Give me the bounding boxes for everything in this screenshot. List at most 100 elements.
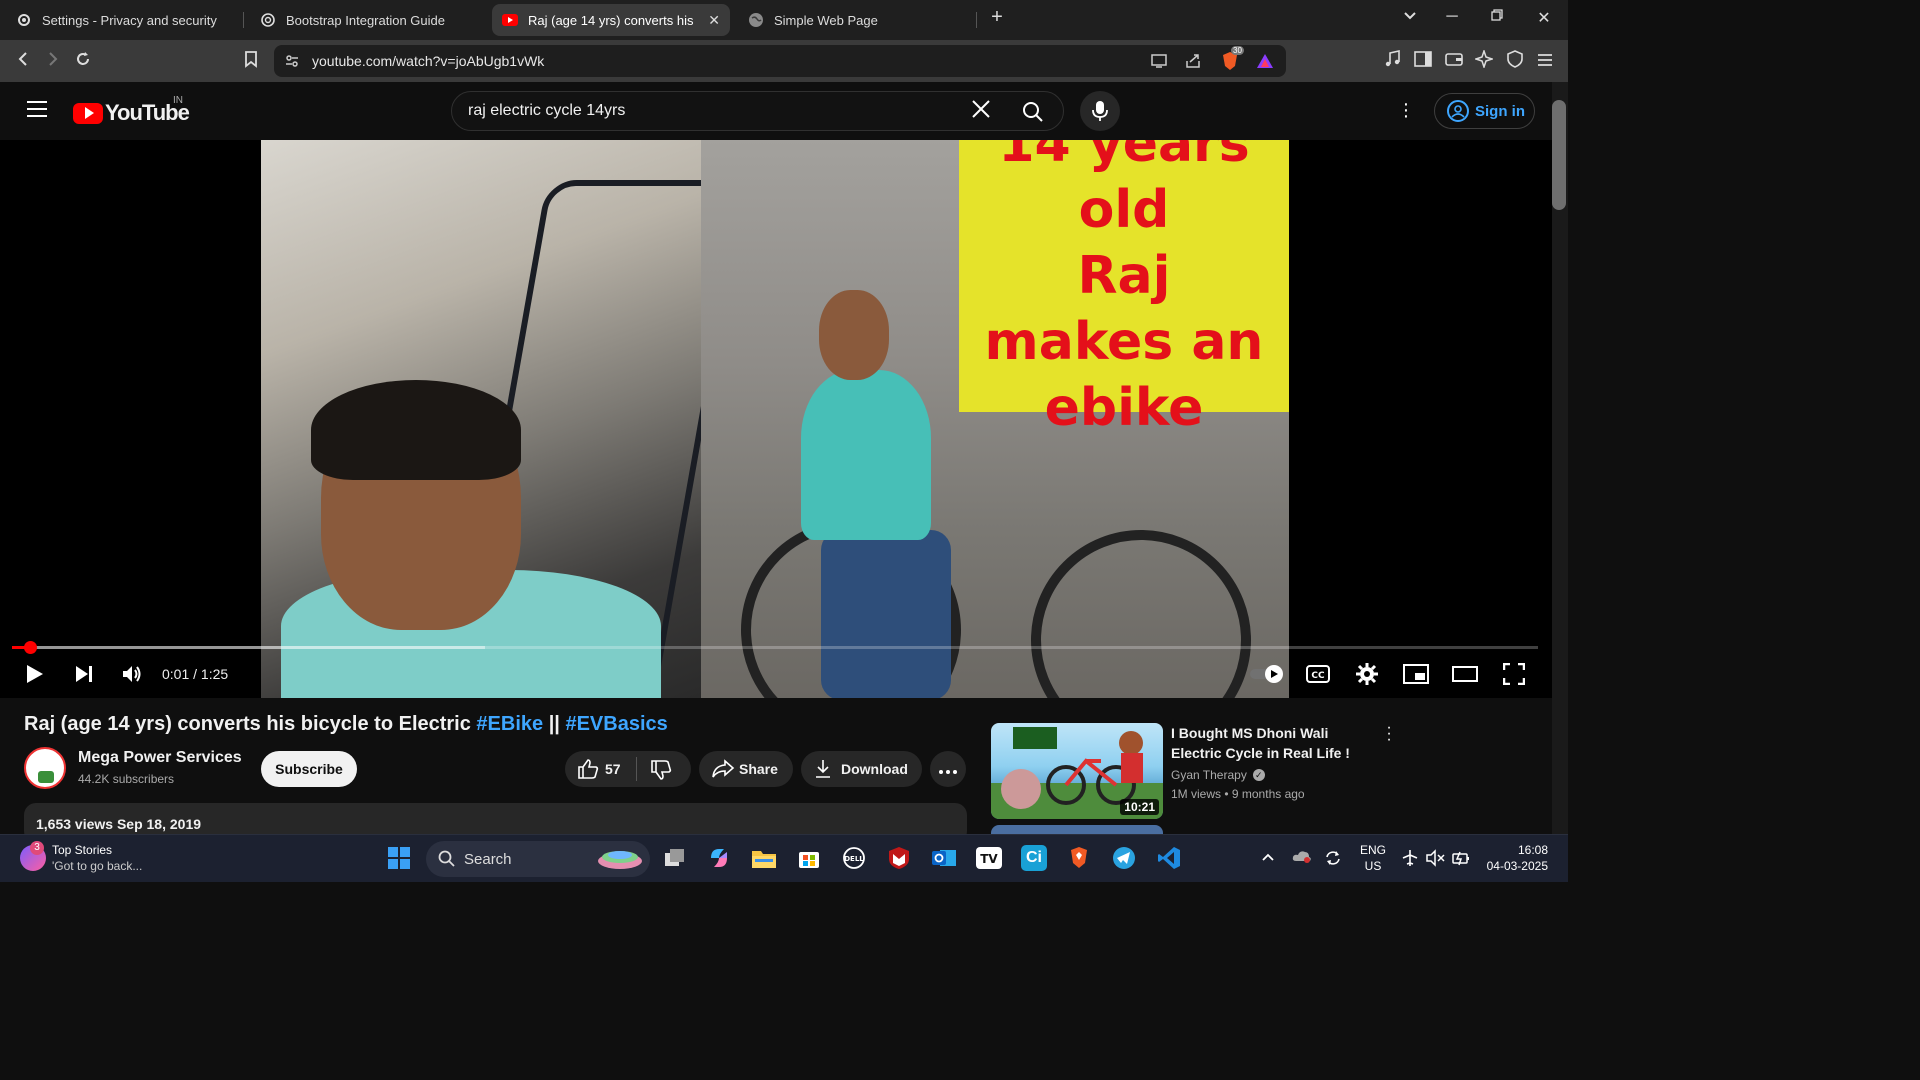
tab-youtube-video[interactable]: Raj (age 14 yrs) converts his bic ✕	[492, 4, 730, 36]
settings-gear-icon[interactable]	[1354, 661, 1380, 687]
onedrive-icon[interactable]	[1292, 849, 1312, 866]
boy-hair-image	[311, 380, 521, 480]
share-icon	[711, 759, 735, 782]
fullscreen-icon[interactable]	[1501, 661, 1527, 687]
brave-browser-icon[interactable]	[1066, 845, 1092, 871]
svg-text:CC: CC	[1311, 671, 1325, 681]
widgets-icon: 3	[20, 841, 46, 871]
recommended-video-title[interactable]: I Bought MS Dhoni Wali Electric Cycle in…	[1171, 723, 1371, 763]
more-options-icon[interactable]: · · ·	[1396, 94, 1416, 126]
site-info-icon[interactable]	[284, 53, 302, 69]
play-icon[interactable]	[24, 661, 46, 687]
minimize-icon[interactable]: ─	[1440, 8, 1464, 26]
rider-face-image	[819, 290, 889, 380]
hamburger-menu-icon[interactable]	[27, 101, 47, 117]
more-actions-button[interactable]	[930, 751, 966, 787]
vpn-shield-icon[interactable]	[1504, 50, 1526, 72]
tab-simple-web-page[interactable]: Simple Web Page	[738, 4, 970, 36]
recommended-channel[interactable]: Gyan Therapy ✓	[1171, 768, 1265, 782]
restore-icon[interactable]	[1485, 8, 1509, 26]
sign-in-button[interactable]: Sign in	[1434, 93, 1535, 129]
leo-ai-icon[interactable]	[1473, 48, 1495, 72]
wallet-icon[interactable]	[1443, 50, 1465, 72]
theater-mode-icon[interactable]	[1452, 661, 1478, 687]
openai-icon	[260, 12, 276, 28]
channel-name[interactable]: Mega Power Services	[78, 749, 242, 767]
clear-search-icon[interactable]	[970, 98, 992, 127]
telegram-icon[interactable]	[1111, 845, 1137, 871]
tab-settings[interactable]: Settings - Privacy and security	[6, 4, 238, 36]
close-tab-icon[interactable]: ✕	[708, 12, 720, 29]
vscode-icon[interactable]	[1156, 845, 1182, 871]
mcafee-icon[interactable]	[886, 845, 912, 871]
microsoft-store-icon[interactable]	[796, 845, 822, 871]
youtube-header: YouTube IN raj electric cycle 14yrs · · · …	[0, 82, 1552, 140]
cast-icon[interactable]	[1150, 53, 1168, 69]
hashtag-link[interactable]: #EBike	[476, 713, 543, 735]
next-video-icon[interactable]	[73, 661, 95, 687]
share-button[interactable]: Share	[699, 751, 793, 787]
recommended-more-icon[interactable]: · · ·	[1383, 720, 1395, 748]
voice-search-button[interactable]	[1080, 91, 1120, 131]
dislike-icon[interactable]	[650, 759, 672, 784]
video-player[interactable]: 14 years old Raj makes an ebike 0:01 / 1…	[0, 140, 1552, 698]
new-tab-icon[interactable]: +	[985, 6, 1009, 29]
url-text: youtube.com/watch?v=joAbUgb1vWk	[312, 53, 545, 69]
start-button-icon[interactable]	[386, 845, 412, 871]
brave-rewards-icon[interactable]	[1256, 53, 1274, 69]
video-title: Raj (age 14 yrs) converts his bicycle to…	[24, 713, 668, 736]
tab-divider	[243, 12, 244, 28]
taskbar-search[interactable]: Search	[426, 841, 650, 877]
scrubber-handle[interactable]	[24, 641, 38, 654]
recommended-video-thumbnail[interactable]: 10:21	[991, 723, 1163, 819]
sync-icon[interactable]	[1324, 849, 1342, 870]
file-explorer-icon[interactable]	[751, 845, 777, 871]
airplane-mode-icon[interactable]	[1401, 849, 1419, 870]
autoplay-toggle[interactable]	[1248, 661, 1286, 687]
download-label: Download	[841, 761, 908, 777]
video-frame[interactable]: 14 years old Raj makes an ebike	[261, 140, 1289, 698]
search-input[interactable]: raj electric cycle 14yrs	[468, 102, 625, 120]
scrollbar-thumb[interactable]	[1552, 100, 1566, 210]
system-clock[interactable]: 16:08 04-03-2025	[1484, 842, 1548, 874]
subscribe-button[interactable]: Subscribe	[261, 751, 357, 787]
brave-shields-icon[interactable]: 30	[1220, 46, 1244, 70]
miniplayer-icon[interactable]	[1403, 661, 1429, 687]
download-button[interactable]: Download	[801, 751, 922, 787]
show-hidden-icons-icon[interactable]	[1261, 849, 1275, 865]
battery-icon[interactable]	[1451, 849, 1471, 870]
tab-search-chevron-icon[interactable]	[1398, 8, 1422, 26]
browser-menu-icon[interactable]	[1534, 50, 1556, 72]
volume-muted-icon[interactable]	[1426, 849, 1446, 870]
volume-icon[interactable]	[120, 661, 144, 687]
sidebar-toggle-icon[interactable]	[1412, 50, 1434, 72]
task-view-icon[interactable]	[662, 845, 688, 871]
bookmark-icon[interactable]	[240, 50, 262, 72]
address-bar[interactable]: youtube.com/watch?v=joAbUgb1vWk 30	[274, 45, 1286, 77]
forward-icon[interactable]	[42, 50, 64, 72]
overlay-line: 14 years old	[998, 140, 1250, 240]
like-icon[interactable]	[577, 758, 599, 783]
input-language[interactable]: ENG US	[1360, 842, 1386, 874]
back-icon[interactable]	[12, 50, 34, 72]
copilot-icon[interactable]	[706, 845, 732, 871]
youtube-logo[interactable]: YouTube IN	[73, 95, 190, 126]
captions-icon[interactable]: CC	[1305, 661, 1331, 687]
hashtag-link[interactable]: #EVBasics	[565, 713, 667, 735]
search-box[interactable]: raj electric cycle 14yrs	[451, 91, 1064, 131]
search-button[interactable]	[1004, 92, 1064, 130]
channel-avatar[interactable]	[24, 747, 66, 789]
news-badge: 3	[30, 841, 44, 855]
tradingview-icon[interactable]: TV	[976, 845, 1002, 871]
citrix-icon[interactable]: Ci	[1021, 845, 1047, 871]
media-icon[interactable]	[1382, 50, 1404, 72]
dell-icon[interactable]: DELL	[841, 845, 867, 871]
video-duration: 10:21	[1120, 799, 1159, 815]
share-page-icon[interactable]	[1184, 53, 1202, 69]
like-count[interactable]: 57	[605, 761, 621, 777]
close-window-icon[interactable]: ✕	[1532, 8, 1556, 28]
tab-bootstrap-guide[interactable]: Bootstrap Integration Guide	[250, 4, 482, 36]
outlook-icon[interactable]	[931, 845, 957, 871]
reload-icon[interactable]	[72, 50, 94, 72]
news-widget[interactable]: 3 Top Stories 'Got to go back...	[20, 841, 142, 874]
